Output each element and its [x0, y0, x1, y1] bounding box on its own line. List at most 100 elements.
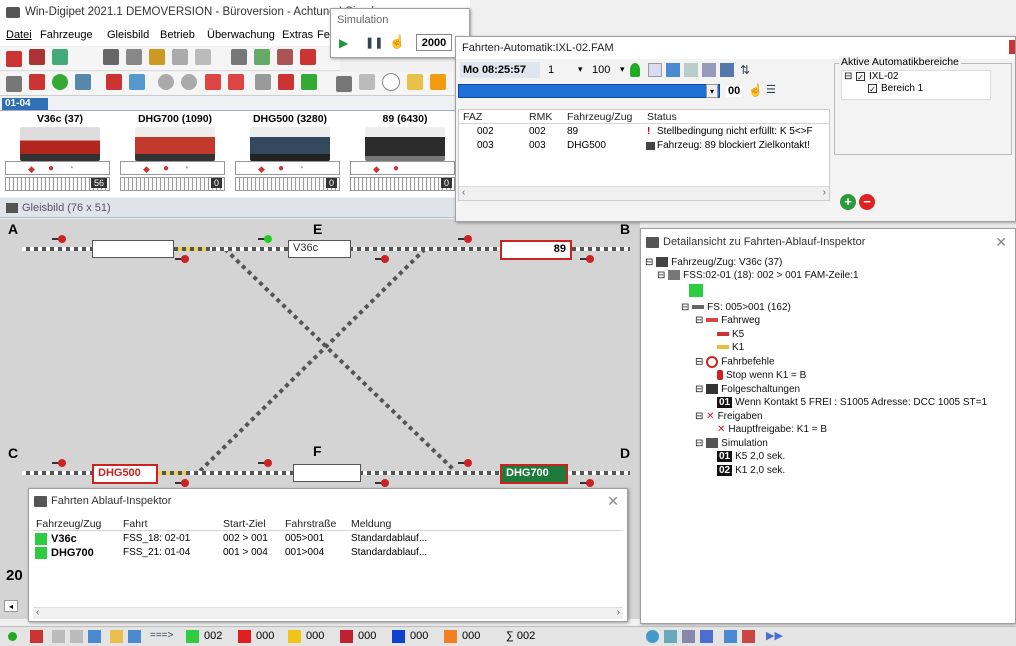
direction-icon[interactable]: ◆ — [373, 164, 380, 175]
pause-icon[interactable]: ❚❚ — [365, 36, 383, 49]
menu-datei[interactable]: Datei — [6, 29, 32, 41]
track-list-icon[interactable] — [742, 630, 755, 643]
expand-icon[interactable]: ⊟ — [695, 438, 703, 449]
expand-icon[interactable]: ⊟ — [657, 270, 665, 281]
fam-progress-dropdown-icon[interactable]: ▾ — [706, 84, 718, 98]
scroll-left-icon[interactable]: ‹ — [462, 187, 465, 198]
draw-icon[interactable] — [230, 49, 247, 65]
signal-icon[interactable] — [175, 479, 189, 487]
locomotive-icon[interactable] — [6, 51, 22, 67]
signal-icon[interactable] — [580, 255, 594, 263]
signal-icon[interactable] — [175, 255, 189, 263]
grid-view-icon[interactable] — [52, 630, 65, 643]
cross-icon[interactable] — [277, 74, 294, 90]
fam-field-1-dropdown-icon[interactable]: ▾ — [578, 64, 583, 75]
loco-card-dhg700[interactable]: DHG700 (1090) — [120, 113, 230, 165]
tree-node[interactable]: 01 Wenn Kontakt 5 FREI : S1005 Adresse: D… — [717, 397, 987, 408]
col-zug[interactable]: Fahrzeug/Zug — [36, 518, 101, 530]
tree-node[interactable]: ⊟ FS: 005>001 (162) — [681, 302, 791, 313]
bulb-icon[interactable] — [630, 63, 640, 77]
fam-field-2-dropdown-icon[interactable]: ▾ — [620, 64, 625, 75]
picture-icon[interactable] — [75, 74, 92, 90]
signal-icon[interactable] — [580, 479, 594, 487]
grid-view-icon[interactable] — [648, 63, 662, 77]
table-row[interactable]: 002 002 89 ! Stellbedingung nicht erfüll… — [459, 126, 829, 139]
folder-icon[interactable] — [407, 74, 424, 90]
function-icon[interactable]: ◔ — [298, 163, 304, 174]
stop-icon[interactable] — [299, 49, 316, 65]
simulation-speed[interactable]: 2000 — [416, 34, 452, 51]
direction-icon[interactable]: ◆ — [143, 164, 150, 175]
signal-icon[interactable] — [375, 255, 389, 263]
scroll-left-icon[interactable]: ‹ — [36, 607, 39, 618]
add-icon[interactable]: + — [840, 194, 856, 210]
fam-field-2[interactable]: 100 — [592, 64, 610, 76]
signal-icon[interactable] — [375, 479, 389, 487]
no-loco-icon[interactable] — [30, 630, 43, 643]
pen-icon[interactable] — [682, 630, 695, 643]
expand-icon[interactable]: ⊟ — [695, 315, 703, 326]
loco-card-89[interactable]: 89 (6430) — [350, 113, 460, 165]
menu-gleisbild[interactable]: Gleisbild — [107, 29, 149, 41]
fam-table-scrollbar[interactable]: ‹ › — [459, 186, 829, 200]
block-bottom-left[interactable]: DHG500 — [92, 464, 158, 484]
tree-node[interactable]: ⊟ FSS:02-01 (18): 002 > 001 FAM-Zeile:1 — [657, 270, 859, 281]
tree-node[interactable]: Stop wenn K1 = B — [717, 370, 806, 381]
switch-icon[interactable] — [204, 74, 221, 90]
table-row[interactable]: V36c FSS_18: 02-01 002 > 001 005>001 Sta… — [33, 533, 623, 545]
stop-dot-icon[interactable]: ● — [163, 163, 169, 174]
refresh-icon[interactable] — [646, 630, 659, 643]
globe-icon[interactable] — [664, 630, 677, 643]
hand-icon[interactable]: ☝ — [748, 83, 763, 97]
book-icon[interactable] — [359, 74, 376, 90]
signal-icon[interactable] — [106, 74, 123, 90]
auto-icon[interactable] — [700, 630, 713, 643]
settings-icon[interactable] — [720, 63, 734, 77]
gleisbild-hscroll-left[interactable]: ◂ — [4, 600, 18, 612]
area-ixl02[interactable]: IXL-02 — [869, 71, 898, 82]
crane-icon[interactable] — [126, 49, 143, 65]
points-icon[interactable] — [276, 49, 293, 65]
loco-speed-2[interactable]: 0 — [120, 177, 225, 191]
layers-icon[interactable] — [702, 63, 716, 77]
speed-icon[interactable] — [195, 49, 212, 65]
expand-icon[interactable]: ⊟ — [695, 384, 703, 395]
signal-icon[interactable] — [258, 235, 272, 243]
remove-icon[interactable]: − — [859, 194, 875, 210]
folder-icon[interactable] — [110, 630, 123, 643]
hand-icon[interactable]: ☝ — [389, 34, 405, 50]
status-dot-icon[interactable] — [8, 632, 17, 641]
direction-icon[interactable]: ◆ — [28, 164, 35, 175]
tree-node[interactable]: ⊟ Simulation — [695, 438, 768, 449]
loco-speed-1[interactable]: 56 — [5, 177, 110, 191]
loco-card-dhg500[interactable]: DHG500 (3280) — [235, 113, 345, 165]
close-icon[interactable]: ✕ — [995, 229, 1007, 255]
block-bottom-mid[interactable] — [293, 464, 361, 482]
columns-icon[interactable] — [724, 630, 737, 643]
chart-icon[interactable] — [129, 74, 146, 90]
train-icon[interactable] — [103, 49, 120, 65]
expand-icon[interactable]: ⊟ — [844, 71, 852, 82]
table-view-icon[interactable] — [70, 630, 83, 643]
grid-icon[interactable] — [254, 74, 271, 90]
table-view-icon[interactable] — [666, 63, 680, 77]
menu-fahrzeuge[interactable]: Fahrzeuge — [40, 29, 93, 41]
function-icon[interactable]: ◔ — [183, 163, 189, 174]
inspector-scrollbar[interactable]: ‹ › — [33, 607, 623, 619]
home-icon[interactable] — [6, 76, 22, 92]
depot-icon[interactable] — [149, 49, 166, 65]
col-zug[interactable]: Fahrzeug/Zug — [567, 111, 632, 123]
col-rmk[interactable]: RMK — [529, 111, 552, 123]
arrows-icon[interactable] — [300, 74, 317, 90]
tree-node[interactable]: ⊟ Fahrweg — [695, 315, 760, 326]
col-faz[interactable]: FAZ — [463, 111, 482, 123]
stop-dot-icon[interactable]: ● — [278, 163, 284, 174]
signal-icon[interactable] — [458, 235, 472, 243]
list-icon[interactable] — [172, 49, 189, 65]
checkbox-icon[interactable]: ✓ — [868, 84, 877, 94]
area-bereich1[interactable]: Bereich 1 — [881, 83, 923, 94]
tree-node[interactable]: ⊟ Fahrbefehle — [695, 356, 775, 368]
close-icon[interactable]: ✕ — [607, 489, 619, 513]
wagon-icon[interactable] — [29, 49, 46, 65]
binoculars-icon[interactable] — [336, 76, 352, 92]
